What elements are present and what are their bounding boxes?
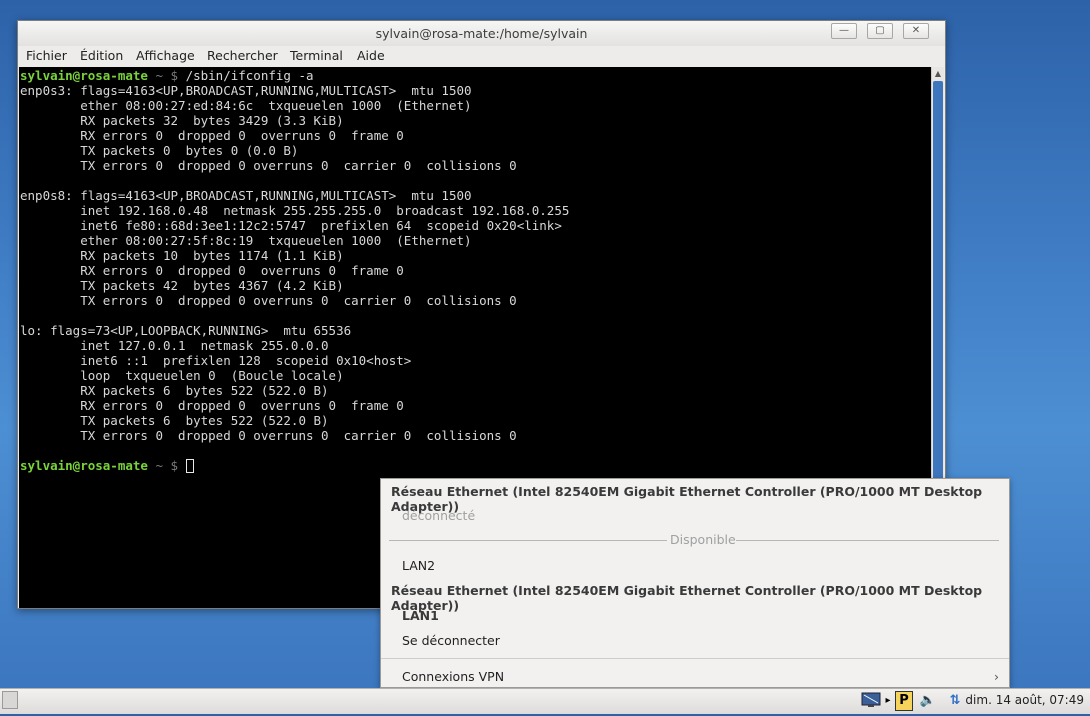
menu-item-lan1[interactable]: LAN1 bbox=[402, 608, 1009, 623]
prompt-path-2: ~ $ bbox=[147, 458, 186, 473]
tray-arrow-icon[interactable]: ▸ bbox=[884, 691, 892, 711]
menu-bar: Fichier Édition Affichage Rechercher Ter… bbox=[18, 46, 945, 67]
parcellite-icon[interactable]: P bbox=[895, 691, 913, 711]
window-title: sylvain@rosa-mate:/home/sylvain bbox=[375, 26, 588, 41]
prompt-user-2: sylvain@rosa-mate bbox=[20, 458, 148, 473]
menu-divider bbox=[381, 658, 1009, 659]
menu-fichier[interactable]: Fichier bbox=[26, 48, 67, 63]
prompt-user: sylvain@rosa-mate bbox=[20, 68, 148, 83]
disconnect-button[interactable]: Se déconnecter bbox=[402, 633, 1009, 648]
close-button[interactable]: ✕ bbox=[903, 23, 929, 39]
command-text: /sbin/ifconfig -a bbox=[185, 68, 314, 83]
title-bar[interactable]: sylvain@rosa-mate:/home/sylvain — ▢ ✕ bbox=[18, 21, 945, 47]
available-label: Disponible bbox=[670, 532, 736, 547]
chevron-right-icon: › bbox=[994, 669, 999, 684]
scroll-up-icon[interactable]: ▲ bbox=[932, 67, 944, 80]
menu-item-lan2[interactable]: LAN2 bbox=[402, 558, 1009, 573]
menu-affichage[interactable]: Affichage bbox=[136, 48, 195, 63]
network-menu: Réseau Ethernet (Intel 82540EM Gigabit E… bbox=[380, 478, 1010, 688]
network-icon[interactable]: ⇅ bbox=[944, 691, 966, 711]
vpn-label: Connexions VPN bbox=[402, 669, 505, 684]
monitor-icon[interactable] bbox=[860, 691, 882, 711]
taskbar: ▸ P 🔈 ⇅ dim. 14 août, 07:49 bbox=[0, 688, 1090, 714]
menu-rechercher[interactable]: Rechercher bbox=[207, 48, 278, 63]
text-cursor bbox=[185, 459, 194, 473]
minimize-button[interactable]: — bbox=[831, 23, 857, 39]
prompt-path: ~ $ bbox=[147, 68, 186, 83]
available-separator: Disponible bbox=[381, 532, 1009, 548]
menu-item-vpn[interactable]: Connexions VPN › bbox=[402, 669, 1009, 684]
menu-edition[interactable]: Édition bbox=[80, 48, 123, 63]
maximize-button[interactable]: ▢ bbox=[867, 23, 893, 39]
volume-icon[interactable]: 🔈 bbox=[918, 691, 938, 711]
menu-terminal[interactable]: Terminal bbox=[290, 48, 343, 63]
clock[interactable]: dim. 14 août, 07:49 bbox=[965, 693, 1084, 707]
device1-status: déconnecté bbox=[402, 508, 476, 523]
command-output: enp0s3: flags=4163<UP,BROADCAST,RUNNING,… bbox=[20, 83, 570, 443]
menu-aide[interactable]: Aide bbox=[357, 48, 385, 63]
show-desktop-button[interactable] bbox=[2, 691, 18, 709]
